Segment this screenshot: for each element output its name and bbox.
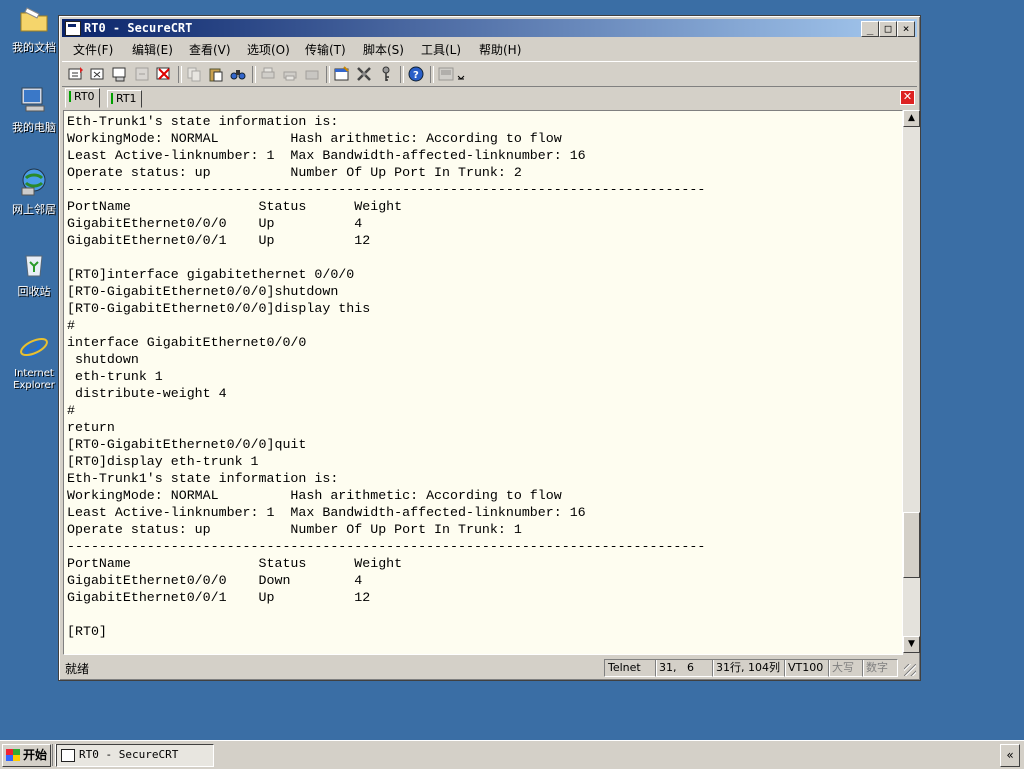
windows-logo-icon — [6, 749, 20, 761]
desktop-icon-recycle-bin[interactable]: 回收站 — [4, 248, 64, 298]
disconnect-icon[interactable] — [156, 66, 172, 82]
menu-script[interactable]: 脚本(S) — [363, 41, 404, 58]
global-options-icon[interactable] — [356, 66, 372, 82]
terminal-output: Eth-Trunk1's state information is: Worki… — [67, 114, 706, 639]
scroll-down-icon[interactable]: ▼ — [903, 636, 920, 653]
desktop-icon-my-computer[interactable]: 我的电脑 — [4, 84, 64, 134]
menu-file[interactable]: 文件(F) — [73, 41, 113, 58]
desktop-icon-my-documents[interactable]: 我的文档 — [4, 4, 64, 54]
reconnect-icon[interactable] — [134, 66, 150, 82]
scroll-thumb[interactable] — [903, 512, 920, 578]
folder-icon — [20, 7, 48, 32]
status-cursor-position: 31, 6 — [655, 659, 714, 677]
print-selection-icon[interactable] — [282, 66, 298, 82]
session-tabs: RT0 RT1 ✕ — [62, 88, 917, 108]
desktop-icon-network[interactable]: 网上邻居 — [4, 166, 64, 216]
menu-bar: 文件(F) 编辑(E) 查看(V) 选项(O) 传输(T) 脚本(S) 工具(L… — [62, 38, 917, 58]
desktop-icon-internet-explorer[interactable]: e Internet Explorer — [4, 330, 64, 392]
window-title: RT0 - SecureCRT — [84, 21, 193, 35]
title-bar[interactable]: RT0 - SecureCRT _ □ × — [62, 19, 917, 37]
securecrt-app-icon[interactable] — [65, 21, 81, 36]
resize-grip-icon[interactable] — [904, 664, 916, 676]
find-icon[interactable] — [230, 66, 246, 82]
tab-rt0[interactable]: RT0 — [65, 88, 100, 108]
tab-label: RT1 — [116, 92, 137, 105]
toolbar: ? — [62, 61, 917, 87]
copy-icon[interactable] — [186, 66, 202, 82]
ie-icon: e — [20, 330, 48, 365]
maximize-button[interactable]: □ — [879, 21, 897, 37]
network-icon — [21, 168, 46, 196]
key-icon[interactable] — [378, 66, 394, 82]
svg-text:e: e — [24, 330, 42, 362]
menu-view[interactable]: 查看(V) — [189, 41, 231, 58]
menu-transfer[interactable]: 传输(T) — [305, 41, 346, 58]
securecrt-window: RT0 - SecureCRT _ □ × 文件(F) 编辑(E) 查看(V) … — [58, 15, 921, 681]
taskbar: 开始 RT0 - SecureCRT « — [0, 740, 1024, 769]
computer-icon — [21, 87, 45, 112]
connect-in-tab-icon[interactable] — [112, 66, 128, 82]
status-bar: 就绪 Telnet 31, 6 31行, 104列 VT100 大写 数字 — [62, 657, 917, 677]
tab-label: RT0 — [74, 90, 95, 103]
status-emulation: VT100 — [784, 659, 830, 677]
connected-indicator-icon — [111, 93, 113, 104]
scroll-up-icon[interactable]: ▲ — [903, 110, 920, 127]
menu-tools[interactable]: 工具(L) — [421, 41, 461, 58]
connect-icon[interactable] — [68, 66, 84, 82]
menu-options[interactable]: 选项(O) — [247, 41, 290, 58]
minimize-button[interactable]: _ — [861, 21, 879, 37]
vertical-scrollbar[interactable]: ▲ ▼ — [903, 110, 920, 653]
tab-rt1[interactable]: RT1 — [107, 90, 142, 108]
help-icon[interactable]: ? — [408, 66, 424, 82]
session-options-icon[interactable] — [334, 66, 350, 82]
securecrt-app-icon — [61, 749, 75, 762]
status-caps-lock: 大写 — [828, 659, 864, 677]
status-ready: 就绪 — [65, 662, 90, 676]
print-icon[interactable] — [260, 66, 276, 82]
status-num-lock: 数字 — [862, 659, 898, 677]
menu-edit[interactable]: 编辑(E) — [132, 41, 173, 58]
taskbar-item-securecrt[interactable]: RT0 - SecureCRT — [56, 744, 214, 767]
quick-connect-icon[interactable] — [90, 66, 106, 82]
status-protocol: Telnet — [604, 659, 657, 677]
terminal-area[interactable]: Eth-Trunk1's state information is: Worki… — [63, 110, 903, 655]
status-terminal-size: 31行, 104列 — [712, 659, 786, 677]
connected-indicator-icon — [69, 91, 71, 102]
paste-icon[interactable] — [208, 66, 224, 82]
recycle-bin-icon — [25, 255, 43, 277]
close-tab-icon[interactable]: ✕ — [900, 90, 915, 105]
tray-expand-icon[interactable]: « — [1000, 744, 1020, 767]
menu-help[interactable]: 帮助(H) — [479, 41, 521, 58]
svg-text:?: ? — [413, 70, 419, 81]
keymap-icon[interactable] — [438, 66, 454, 82]
printer-icon[interactable] — [304, 66, 320, 82]
toolbar-overflow-chevron-icon[interactable] — [456, 66, 466, 82]
start-button[interactable]: 开始 — [2, 744, 51, 767]
scroll-track[interactable] — [903, 127, 920, 636]
close-button[interactable]: × — [897, 21, 915, 37]
